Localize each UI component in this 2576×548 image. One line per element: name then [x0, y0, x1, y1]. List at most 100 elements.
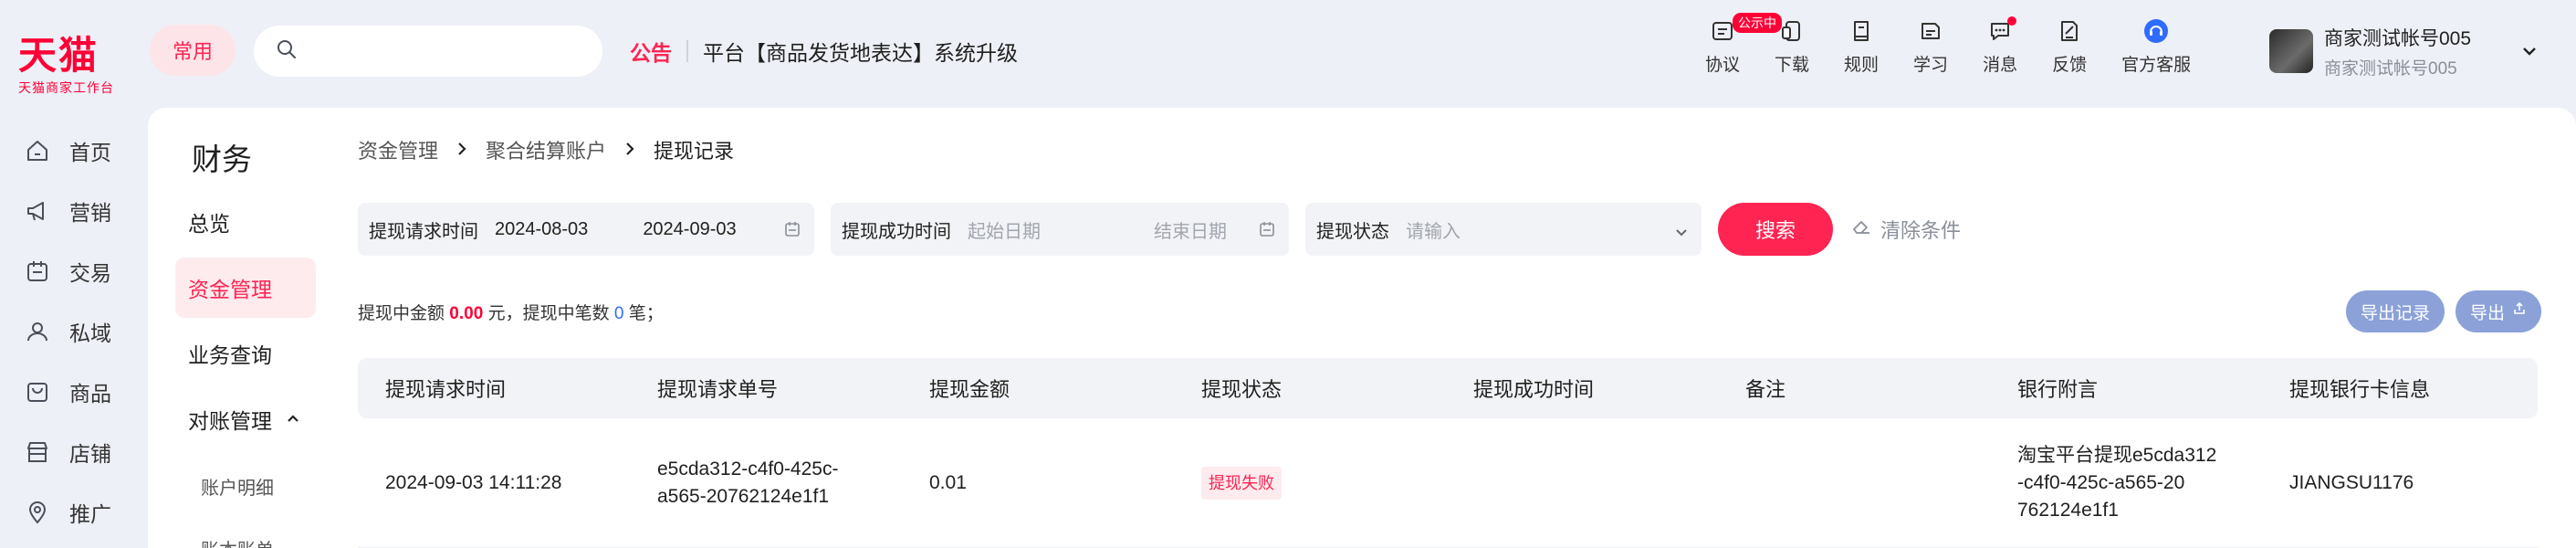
table-row[interactable]: 2024-09-03 14:11:28 e5cda312-c4f0-425c- …: [358, 418, 2538, 548]
subnav-child-ledger-bill[interactable]: 账本账单: [201, 535, 274, 548]
nav-learn[interactable]: 学习: [1913, 18, 1948, 82]
status-filter[interactable]: 提现状态 请输入: [1305, 203, 1702, 256]
user-menu[interactable]: 商家测试帐号005 商家测试帐号005: [2269, 22, 2537, 80]
search-bar[interactable]: [254, 26, 602, 77]
cell-bank-card: JIANGSU1176: [2289, 471, 2414, 493]
export-records-button[interactable]: 导出记录: [2345, 290, 2445, 332]
nav-download[interactable]: 下载: [1775, 18, 1809, 82]
chevron-right-icon: [624, 138, 635, 162]
logo-title: 天猫: [18, 34, 99, 77]
store-icon: [24, 438, 51, 466]
nav-label: 规则: [1844, 56, 1880, 75]
subnav-item-business-query[interactable]: 业务查询: [175, 323, 316, 384]
search-button[interactable]: 搜索: [1718, 203, 1833, 256]
cell-status: 提现失败: [1174, 466, 1446, 500]
header-nav: 公示中 协议 下载 规则 学习 消息 反馈 官方客服: [1705, 13, 2225, 82]
bank-note-line: -c4f0-425c-a565-20: [2017, 471, 2185, 493]
primary-sidebar: 首页 营销 交易 私域 商品 店铺 推广: [0, 108, 146, 548]
request-time-filter[interactable]: 提现请求时间 2024-08-03 2024-09-03: [358, 203, 814, 256]
column-header: 银行附言: [2017, 378, 2099, 401]
breadcrumb-item[interactable]: 聚合结算账户: [486, 135, 606, 164]
start-date-placeholder[interactable]: 起始日期: [968, 216, 1041, 243]
table-header: 提现请求时间 提现请求单号 提现金额 提现状态 提现成功时间 备注 银行附言 提…: [358, 358, 2538, 418]
calendar-icon[interactable]: [783, 220, 801, 244]
chevron-down-icon[interactable]: [1674, 223, 1689, 244]
summary-middle: 元，提现中笔数: [487, 304, 610, 323]
trade-icon: [24, 258, 51, 285]
private-domain-icon: [24, 318, 51, 345]
upload-icon: [2512, 301, 2527, 321]
filter-label: 提现状态: [1316, 221, 1389, 242]
calendar-icon[interactable]: [1258, 220, 1276, 244]
nav-messages[interactable]: 消息: [1983, 16, 2017, 82]
announcement-text[interactable]: 平台【商品发货地表达】系统升级: [703, 36, 1018, 67]
nav-feedback[interactable]: 反馈: [2052, 18, 2087, 82]
start-date-value[interactable]: 2024-08-03: [495, 219, 588, 240]
user-subname: 商家测试帐号005: [2324, 58, 2457, 79]
column-header: 备注: [1745, 378, 1786, 401]
avatar: [2269, 29, 2313, 73]
sidebar-item-marketing[interactable]: 营销: [0, 181, 146, 241]
sidebar-item-home[interactable]: 首页: [0, 121, 146, 181]
sidebar-item-trade[interactable]: 交易: [0, 241, 146, 301]
search-input[interactable]: [309, 40, 582, 62]
column-header: 提现状态: [1201, 378, 1283, 401]
subnav-item-reconciliation[interactable]: 对账管理: [175, 389, 316, 449]
common-button[interactable]: 常用: [150, 25, 236, 76]
breadcrumb: 资金管理 聚合结算账户 提现记录: [358, 135, 734, 164]
sidebar-item-goods[interactable]: 商品: [0, 362, 146, 422]
status-placeholder[interactable]: 请输入: [1406, 216, 1461, 243]
chevron-down-icon[interactable]: [2522, 41, 2537, 62]
goods-icon: [24, 378, 51, 406]
chevron-up-icon[interactable]: [287, 411, 299, 427]
column-header: 提现请求时间: [385, 378, 507, 401]
download-phone-icon: [1779, 18, 1805, 44]
unread-dot: [2007, 16, 2017, 26]
end-date-value[interactable]: 2024-09-03: [643, 219, 736, 240]
agreement-icon: [1710, 18, 1735, 44]
nav-label: 下载: [1775, 56, 1810, 75]
subnav-item-label: 对账管理: [188, 409, 272, 433]
export-actions: 导出记录 导出: [2335, 290, 2541, 332]
end-date-placeholder[interactable]: 结束日期: [1154, 216, 1227, 243]
home-icon: [24, 137, 51, 164]
announcement-label: 公告: [630, 41, 672, 65]
nav-rules[interactable]: 规则: [1844, 18, 1879, 82]
sidebar-item-private-domain[interactable]: 私域: [0, 301, 146, 362]
sidebar-item-label: 商品: [69, 382, 111, 406]
success-time-filter[interactable]: 提现成功时间 起始日期 结束日期: [831, 203, 1289, 256]
clear-filters-button[interactable]: 清除条件: [1851, 215, 1961, 244]
subnav-child-account-detail[interactable]: 账户明细: [201, 473, 274, 500]
column-header: 提现请求单号: [657, 378, 779, 401]
column-header: 提现银行卡信息: [2289, 378, 2431, 401]
breadcrumb-item[interactable]: 资金管理: [358, 135, 438, 164]
filter-label: 提现成功时间: [842, 221, 951, 242]
sidebar-item-store[interactable]: 店铺: [0, 422, 146, 482]
announcement[interactable]: 公告 平台【商品发货地表达】系统升级: [630, 37, 1018, 66]
filter-bar: 提现请求时间 2024-08-03 2024-09-03 提现成功时间 起始日期…: [358, 203, 1961, 256]
subnav-title: 财务: [192, 142, 252, 176]
pending-count: 0: [613, 304, 624, 323]
sidebar-item-label: 推广: [69, 502, 111, 526]
sidebar-item-promotion[interactable]: 推广: [0, 482, 146, 543]
nav-customer-service[interactable]: 官方客服: [2121, 18, 2191, 82]
top-header: 天猫 天猫商家工作台 常用 公告 平台【商品发货地表达】系统升级 公示中 协议 …: [0, 0, 2576, 108]
nav-agreement[interactable]: 公示中 协议: [1705, 13, 1782, 82]
rules-book-icon: [1848, 18, 1874, 44]
sidebar-item-label: 交易: [69, 261, 111, 285]
tmall-logo[interactable]: 天猫 天猫商家工作台: [18, 35, 128, 97]
nav-label: 协议: [1705, 56, 1741, 75]
sidebar-item-label: 私域: [69, 321, 111, 345]
logo-subtitle: 天猫商家工作台: [18, 80, 114, 95]
bank-note-line: 762124e1f1: [2017, 499, 2119, 521]
export-button[interactable]: 导出: [2455, 290, 2541, 332]
finance-subnav: 财务 总览 资金管理 业务查询 对账管理 账户明细 账本账单: [148, 108, 330, 548]
subnav-item-fund-management[interactable]: 资金管理: [175, 258, 316, 318]
megaphone-icon: [24, 197, 51, 225]
nav-label: 学习: [1913, 56, 1949, 75]
status-badge: 提现失败: [1201, 466, 1282, 500]
subnav-item-overview[interactable]: 总览: [175, 192, 316, 252]
breadcrumb-current: 提现记录: [654, 140, 735, 163]
order-no-line: e5cda312-c4f0-425c-: [657, 458, 839, 480]
clear-filters-label: 清除条件: [1880, 219, 1962, 242]
